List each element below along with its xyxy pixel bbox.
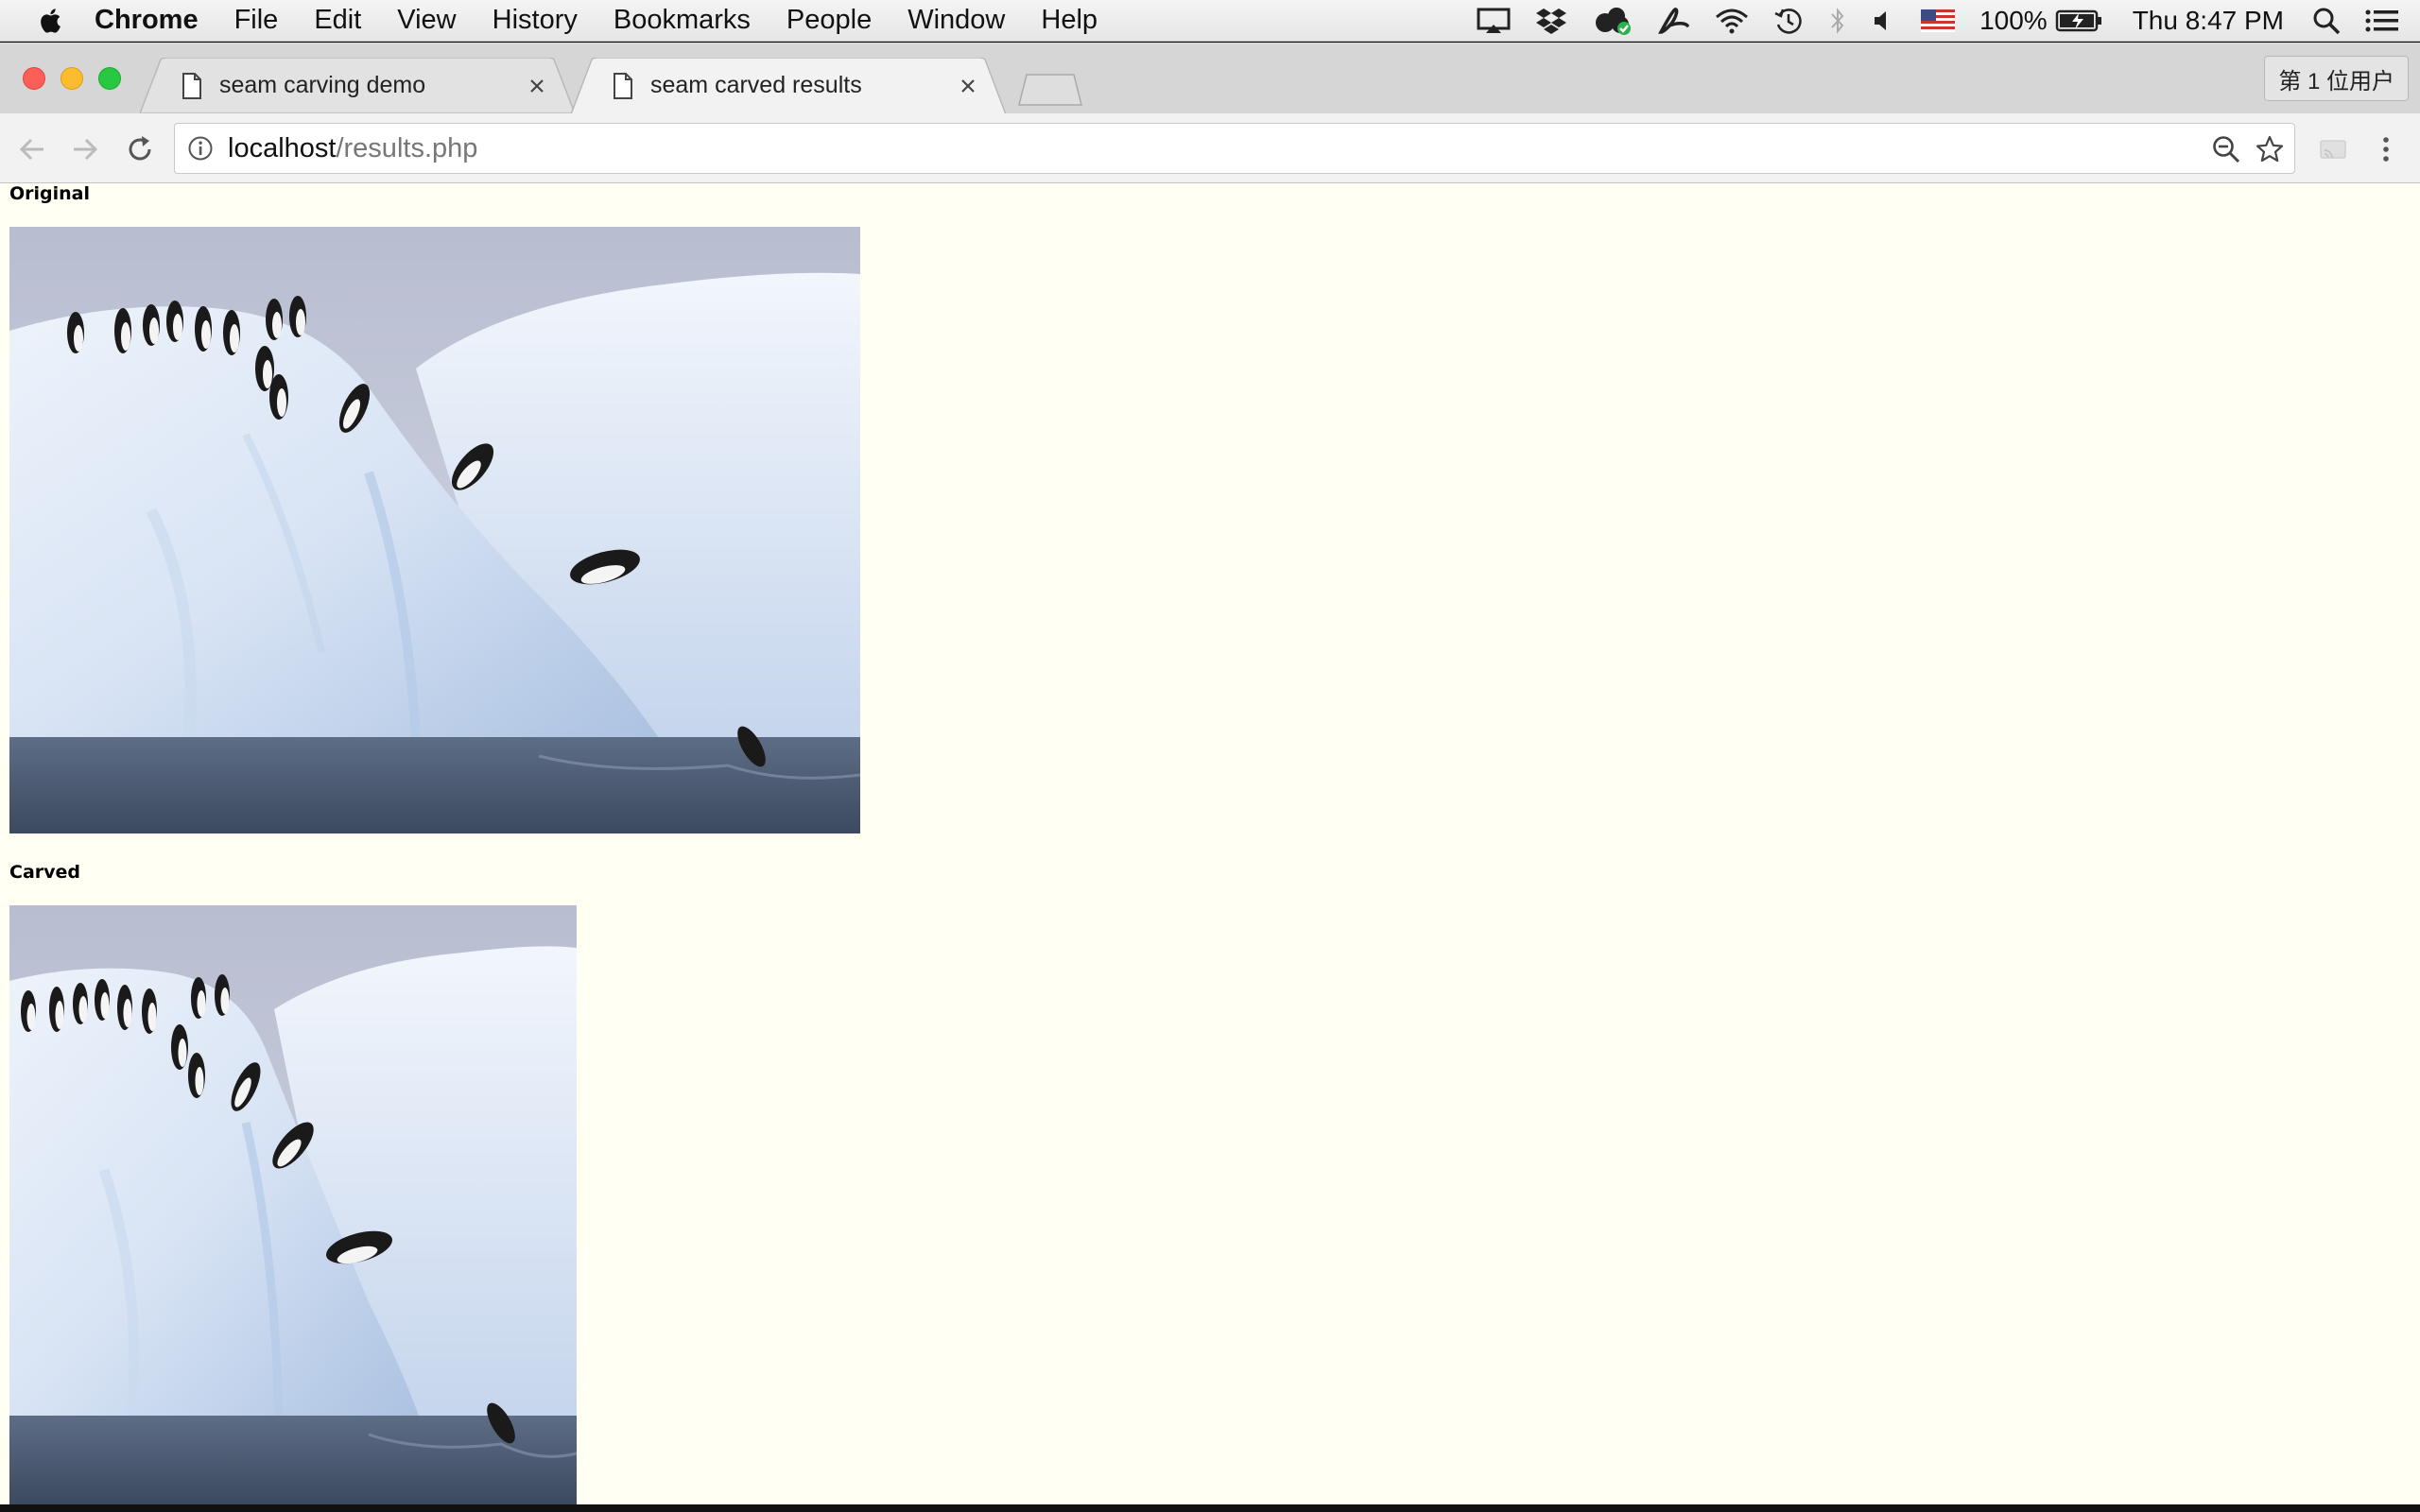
tab-title: seam carved results [650,72,862,98]
menu-history[interactable]: History [493,5,578,36]
status-area: 100% Thu 8:47 PM [1452,0,2420,42]
tab-seam-carved-results[interactable]: seam carved results [571,58,1006,113]
wifi-icon[interactable] [1715,8,1749,34]
dropbox-icon[interactable] [1535,7,1567,35]
menu-edit[interactable]: Edit [314,5,361,36]
tab-strip: seam carving demo seam carved results 第 … [0,43,2420,113]
back-arrow-icon[interactable] [15,132,49,166]
tab-close-icon[interactable] [526,75,548,97]
bluetooth-icon[interactable] [1828,6,1847,36]
new-tab-button[interactable] [1017,73,1083,107]
page-favicon-icon [614,72,632,99]
cast-extension-icon[interactable] [2316,132,2350,166]
creative-cloud-icon[interactable] [1592,6,1634,36]
notification-center-icon[interactable] [2365,9,2399,33]
browser-toolbar: localhost/results.php [0,113,2420,183]
page-viewport: Original Carved [0,183,2420,1504]
menu-people[interactable]: People [786,5,872,36]
menu-view[interactable]: View [397,5,456,36]
zoom-out-icon[interactable] [2211,134,2241,164]
window-close-button[interactable] [23,67,45,90]
apple-icon[interactable] [38,7,66,35]
address-bar[interactable]: localhost/results.php [174,123,2295,174]
tab-seam-carving-demo[interactable]: seam carving demo [140,58,575,113]
macos-menu-bar: Chrome File Edit View History Bookmarks … [0,0,2420,42]
carved-image-graphic [9,905,577,1504]
page-favicon-icon [182,72,201,99]
bookmark-star-icon[interactable] [2255,134,2285,164]
menu-bookmarks[interactable]: Bookmarks [614,5,751,36]
original-image [9,227,860,833]
url-path: /results.php [336,132,478,163]
site-info-icon[interactable] [186,134,215,163]
forward-arrow-icon[interactable] [68,132,102,166]
carved-heading: Carved [9,862,81,883]
time-machine-icon[interactable] [1773,6,1804,36]
menu-window[interactable]: Window [908,5,1005,36]
profile-button[interactable]: 第 1 位用户 [2264,56,2409,101]
tab-close-icon[interactable] [957,75,979,97]
battery-percent: 100% [1979,6,2048,35]
original-heading: Original [9,183,91,204]
tab-title: seam carving demo [219,72,426,98]
window-bottom-edge [0,1504,2420,1512]
url-host: localhost [228,132,337,163]
acrobat-icon[interactable] [1658,7,1690,35]
menu-help[interactable]: Help [1041,5,1098,36]
battery-icon[interactable] [2055,9,2102,33]
clock[interactable]: Thu 8:47 PM [2133,6,2284,36]
menu-app-chrome[interactable]: Chrome [95,5,199,36]
spotlight-icon[interactable] [2312,7,2341,35]
us-flag-icon[interactable] [1921,9,1956,32]
omnibox-actions [2198,134,2285,164]
menu-file[interactable]: File [234,5,279,36]
chrome-menu-icon[interactable] [2369,132,2403,166]
window-zoom-button[interactable] [98,67,121,90]
volume-icon[interactable] [1872,9,1896,33]
original-image-graphic [9,227,860,833]
carved-image [9,905,577,1504]
window-minimize-button[interactable] [60,67,83,90]
airplay-icon[interactable] [1477,7,1511,35]
reload-icon[interactable] [123,132,157,166]
